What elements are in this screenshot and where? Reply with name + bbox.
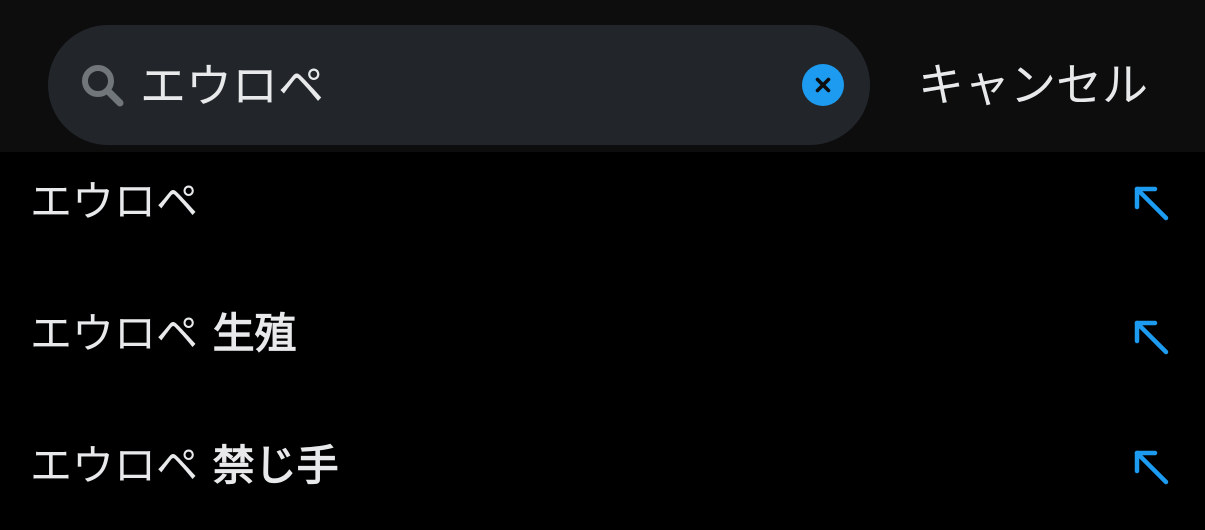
close-icon: [815, 77, 831, 93]
arrow-up-left-icon[interactable]: [1128, 444, 1172, 488]
cancel-button[interactable]: キャンセル: [918, 55, 1148, 115]
arrow-up-left-icon[interactable]: [1128, 314, 1172, 358]
clear-search-button[interactable]: [802, 64, 844, 106]
suggestion-row[interactable]: エウロペ: [0, 152, 1205, 284]
suggestion-base-text: エウロペ: [30, 309, 199, 358]
suggestion-row[interactable]: エウロペ 生殖: [0, 284, 1205, 416]
suggestion-extra-text: 生殖: [198, 309, 297, 358]
suggestion-row[interactable]: エウロペ 禁じ手: [0, 398, 1205, 530]
suggestion-label: エウロペ 生殖: [30, 304, 297, 364]
arrow-up-left-icon[interactable]: [1128, 180, 1172, 224]
search-icon: [82, 65, 124, 107]
suggestion-label: エウロペ: [30, 172, 198, 232]
search-input[interactable]: エウロペ: [140, 56, 324, 116]
suggestion-base-text: エウロペ: [30, 441, 199, 490]
search-header: エウロペ キャンセル: [0, 0, 1205, 152]
suggestion-label: エウロペ 禁じ手: [30, 436, 339, 496]
suggestion-extra-text: 禁じ手: [198, 441, 339, 490]
suggestion-base-text: エウロペ: [30, 177, 199, 226]
